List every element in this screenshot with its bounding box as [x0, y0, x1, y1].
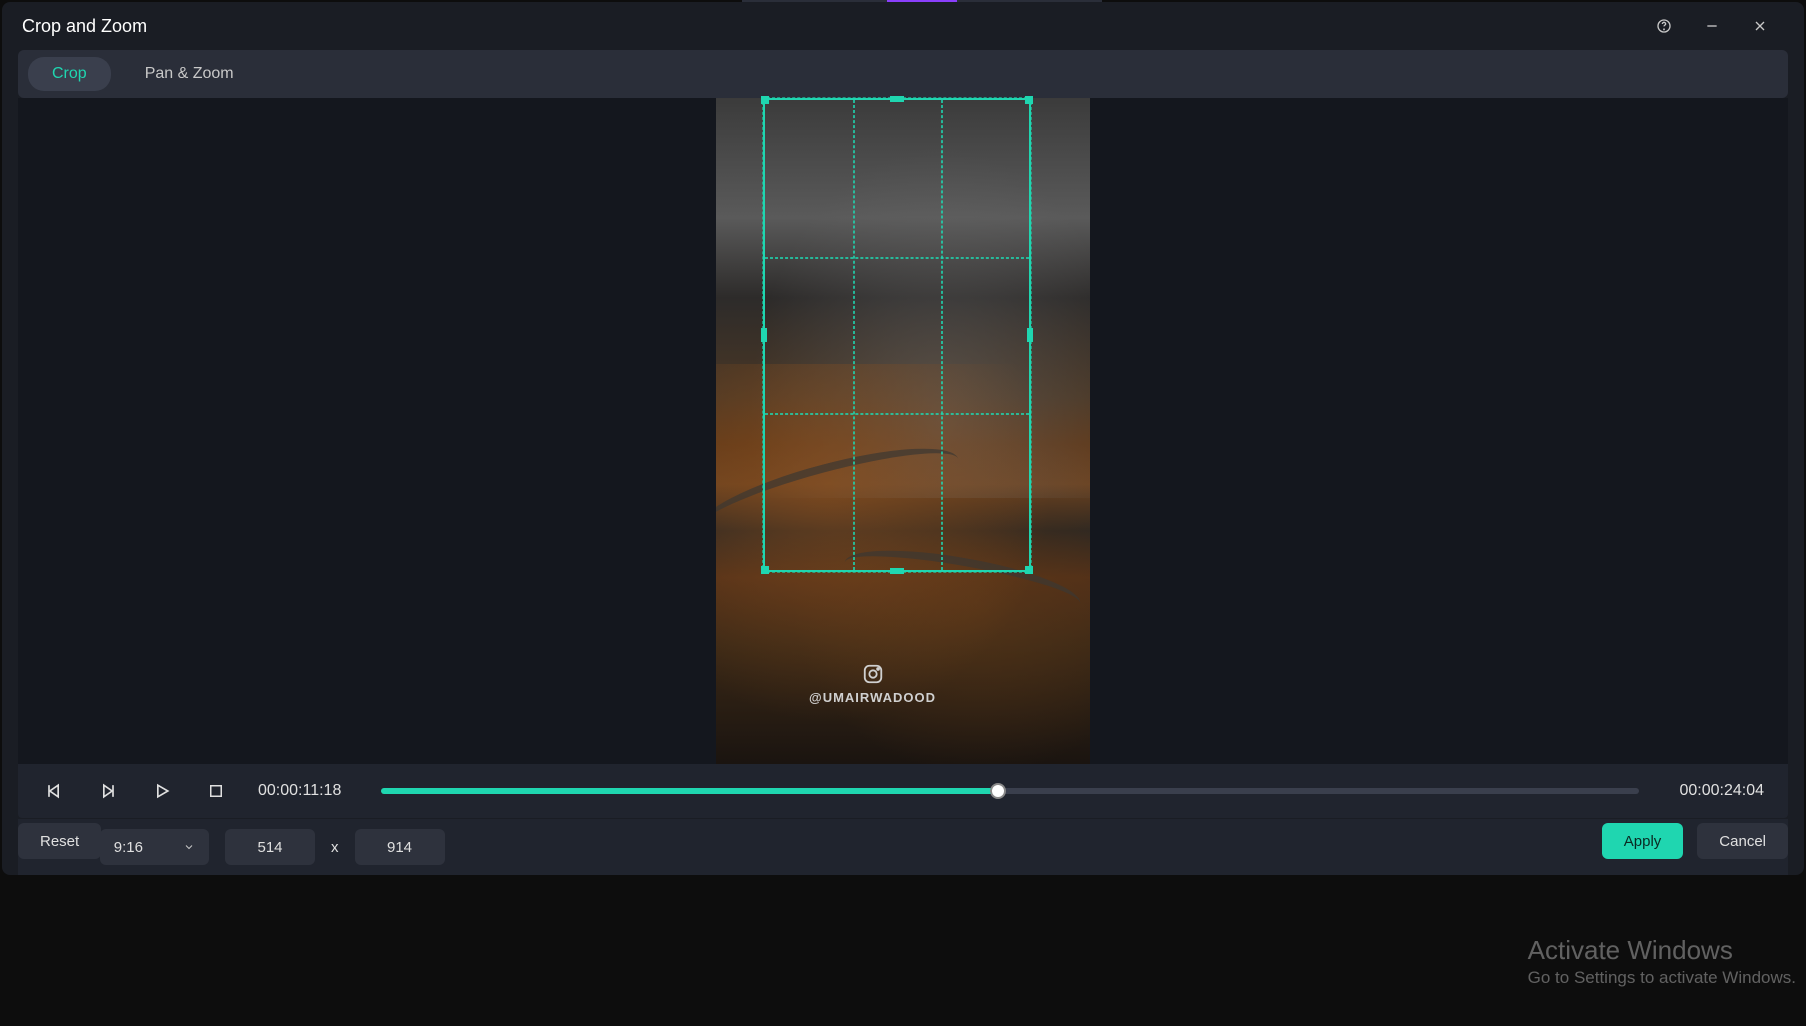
crop-handle-bottom-right[interactable]	[1025, 566, 1033, 574]
crop-handle-mid-left[interactable]	[761, 328, 767, 342]
prev-frame-icon	[44, 781, 64, 801]
activation-title: Activate Windows	[1528, 935, 1796, 966]
activation-subtitle: Go to Settings to activate Windows.	[1528, 968, 1796, 988]
playback-transport: 00:00:11:18 00:00:24:04	[18, 764, 1788, 818]
play-icon	[152, 781, 172, 801]
window-title: Crop and Zoom	[22, 16, 1640, 37]
watermark: @UMAIRWADOOD	[809, 663, 936, 707]
help-icon	[1656, 18, 1672, 34]
apply-button[interactable]: Apply	[1602, 823, 1684, 859]
next-frame-icon	[98, 781, 118, 801]
crop-zoom-window: Crop and Zoom Crop Pan & Zoom @UMAIRWADO…	[2, 2, 1804, 875]
crop-handle-bottom-left[interactable]	[761, 566, 769, 574]
crop-handle-top-left[interactable]	[761, 96, 769, 104]
help-button[interactable]	[1640, 6, 1688, 46]
dialog-footer: Reset Apply Cancel	[18, 823, 1788, 859]
windows-activation-watermark: Activate Windows Go to Settings to activ…	[1528, 935, 1796, 988]
instagram-icon	[862, 663, 884, 685]
crop-preview-area[interactable]: @UMAIRWADOOD	[18, 98, 1788, 764]
crop-rectangle[interactable]	[763, 98, 1031, 572]
current-time: 00:00:11:18	[258, 782, 341, 800]
timeline-scrubber[interactable]	[990, 783, 1006, 799]
minimize-icon	[1704, 18, 1720, 34]
play-button[interactable]	[150, 779, 174, 803]
crop-handle-bottom-mid[interactable]	[890, 568, 904, 574]
crop-handle-top-mid[interactable]	[890, 96, 904, 102]
watermark-handle: @UMAIRWADOOD	[809, 690, 936, 705]
mode-tab-strip: Crop Pan & Zoom	[18, 50, 1788, 98]
titlebar: Crop and Zoom	[2, 2, 1804, 50]
timeline-track[interactable]	[381, 788, 1639, 794]
stop-icon	[207, 782, 225, 800]
prev-frame-button[interactable]	[42, 779, 66, 803]
tab-crop[interactable]: Crop	[28, 57, 111, 91]
close-button[interactable]	[1736, 6, 1784, 46]
timeline-progress	[381, 788, 997, 794]
reset-button[interactable]: Reset	[18, 823, 101, 859]
next-frame-button[interactable]	[96, 779, 120, 803]
crop-handle-mid-right[interactable]	[1027, 328, 1033, 342]
total-time: 00:00:24:04	[1679, 782, 1764, 800]
crop-handle-top-right[interactable]	[1025, 96, 1033, 104]
close-icon	[1752, 18, 1768, 34]
minimize-button[interactable]	[1688, 6, 1736, 46]
cancel-button[interactable]: Cancel	[1697, 823, 1788, 859]
tab-pan-zoom[interactable]: Pan & Zoom	[121, 57, 258, 91]
stop-button[interactable]	[204, 779, 228, 803]
